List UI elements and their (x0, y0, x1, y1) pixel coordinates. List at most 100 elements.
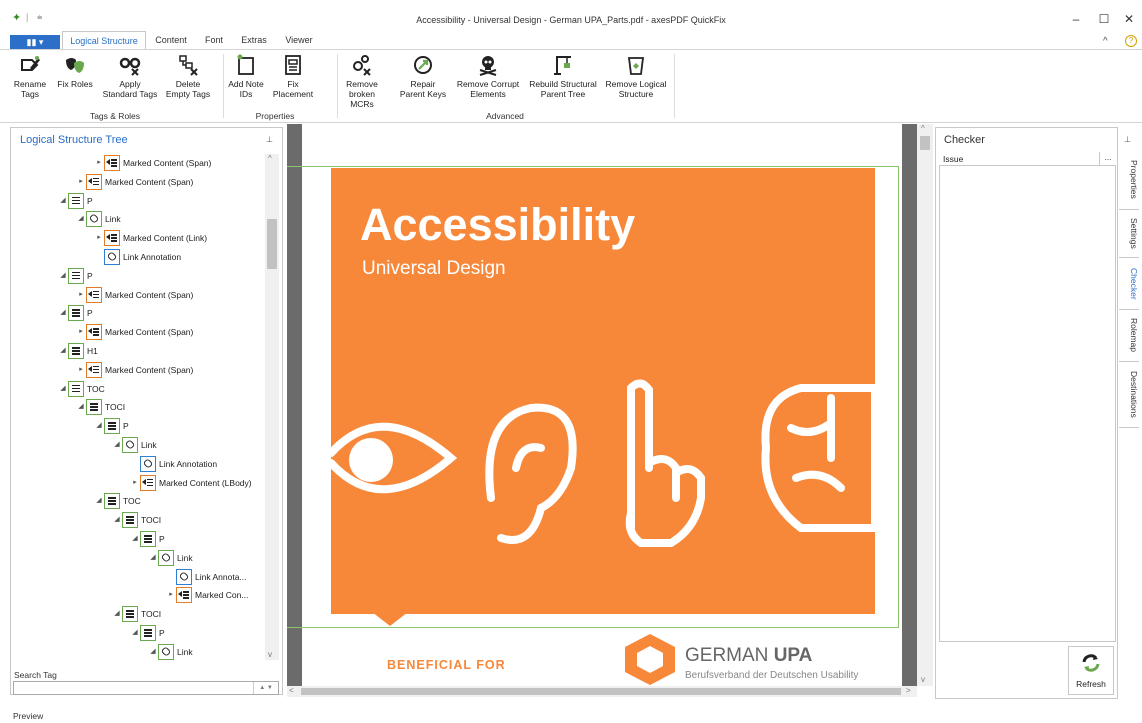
tree-node[interactable]: ◢ P (94, 418, 129, 436)
tree-node[interactable]: ◢ TOCI (112, 606, 161, 624)
column-chooser-button[interactable]: ... (1099, 152, 1116, 166)
maximize-button[interactable]: ☐ (1094, 12, 1114, 26)
collapse-ribbon-icon[interactable]: ^ (1103, 36, 1108, 47)
side-tab-checker[interactable]: Checker (1119, 258, 1139, 310)
tree-node[interactable]: ▸ Marked Con... (166, 587, 248, 605)
apply-standard-tags-button[interactable]: Apply Standard Tags (101, 54, 159, 99)
collapse-icon[interactable]: ◢ (112, 437, 122, 453)
tree-node[interactable]: ◢ H1 (58, 343, 98, 361)
delete-empty-tags-button[interactable]: Delete Empty Tags (163, 54, 213, 99)
scroll-right-icon[interactable]: > (906, 686, 911, 695)
expand-icon[interactable]: ▸ (76, 174, 86, 190)
scroll-down-icon[interactable]: v (268, 650, 272, 659)
tree-node[interactable]: ◢ Link (112, 437, 157, 455)
collapse-icon[interactable]: ◢ (58, 193, 68, 209)
close-button[interactable]: ✕ (1119, 12, 1139, 26)
expand-icon[interactable]: ▸ (76, 362, 86, 378)
expand-icon[interactable]: ▸ (76, 287, 86, 303)
collapse-icon[interactable]: ◢ (58, 268, 68, 284)
side-tab-properties[interactable]: Properties (1119, 150, 1139, 210)
collapse-icon[interactable]: ◢ (58, 381, 68, 397)
tree-node[interactable]: Link Annotation (94, 249, 181, 267)
beneficial-heading: BENEFICIAL FOR EVERYONE (387, 658, 506, 686)
pin-icon[interactable]: ⊥ (1124, 135, 1131, 144)
expand-icon[interactable]: ▸ (166, 587, 176, 603)
scroll-down-icon[interactable]: v (921, 675, 925, 684)
side-tab-settings[interactable]: Settings (1119, 210, 1139, 258)
expand-icon[interactable]: ▸ (76, 324, 86, 340)
collapse-icon[interactable]: ◢ (76, 399, 86, 415)
tree-node[interactable]: ◢ P (58, 267, 93, 286)
expand-icon[interactable]: ▸ (130, 475, 140, 491)
tree-node[interactable]: ▸ Marked Content (Span) (76, 286, 193, 305)
expand-icon[interactable]: ▸ (94, 230, 104, 246)
column-header-issue[interactable]: Issue (943, 154, 963, 164)
remove-corrupt-elements-button[interactable]: Remove Corrupt Elements (455, 54, 521, 99)
side-tab-rolemap[interactable]: Rolemap (1119, 310, 1139, 362)
tab-extras[interactable]: Extras (234, 31, 274, 50)
fix-roles-button[interactable]: Fix Roles (55, 54, 95, 89)
tab-content[interactable]: Content (149, 31, 193, 50)
rebuild-structural-parent-tree-button[interactable]: Rebuild Structural Parent Tree (528, 54, 598, 99)
scroll-up-icon[interactable]: ^ (268, 154, 272, 163)
tree-node[interactable]: ◢ Link (148, 549, 193, 568)
ribbon-separator (337, 54, 338, 118)
rename-tags-button[interactable]: Rename Tags (13, 54, 47, 99)
tree-node[interactable]: ◢ Link (148, 643, 193, 662)
repair-parent-keys-button[interactable]: Repair Parent Keys (398, 54, 448, 99)
collapse-icon[interactable]: ◢ (94, 493, 104, 509)
tab-viewer[interactable]: Viewer (279, 31, 319, 50)
add-note-ids-button[interactable]: Add Note IDs (227, 54, 265, 99)
tree-node[interactable]: ▸ Marked Content (LBody) (130, 474, 252, 493)
side-tab-destinations[interactable]: Destinations (1119, 362, 1139, 428)
tree-node[interactable]: ▸ Marked Content (Span) (76, 173, 193, 192)
collapse-icon[interactable]: ◢ (148, 644, 158, 660)
tree-node[interactable]: ◢ P (130, 531, 165, 549)
expand-icon[interactable]: ▸ (94, 155, 104, 171)
tab-font[interactable]: Font (197, 31, 231, 50)
link-icon (122, 437, 138, 453)
tree-node[interactable]: Link Annota... (166, 568, 247, 587)
tree-node[interactable]: ▸ Marked Content (Span) (76, 324, 193, 342)
collapse-icon[interactable]: ◢ (130, 625, 140, 641)
pin-icon[interactable]: ⊥ (266, 135, 273, 144)
tab-logical-structure[interactable]: Logical Structure (62, 31, 146, 50)
tree-node[interactable]: ◢ TOC (58, 380, 105, 399)
collapse-icon[interactable]: ◢ (112, 512, 122, 528)
viewer-vscroll-thumb[interactable] (920, 136, 930, 150)
minimize-button[interactable]: – (1066, 12, 1086, 26)
tree-node[interactable]: ◢ TOCI (76, 399, 125, 417)
collapse-icon[interactable]: ◢ (148, 550, 158, 566)
remove-broken-mcrs-button[interactable]: Remove broken MCRs (340, 54, 384, 109)
viewer-vertical-scrollbar[interactable] (917, 124, 933, 686)
search-spinner[interactable]: ▲ ▼ (253, 682, 278, 694)
tree-node[interactable]: ◢ P (58, 192, 93, 211)
search-tag-input[interactable] (13, 681, 279, 695)
help-icon[interactable]: ? (1125, 35, 1137, 47)
rename-tags-icon (21, 56, 40, 71)
collapse-icon[interactable]: ◢ (130, 531, 140, 547)
collapse-icon[interactable]: ◢ (58, 305, 68, 321)
scroll-left-icon[interactable]: < (289, 686, 294, 695)
tree-node[interactable]: ◢ TOC (94, 493, 141, 511)
tree-node[interactable]: ▸ Marked Content (Span) (94, 155, 211, 173)
collapse-icon[interactable]: ◢ (94, 418, 104, 434)
tree-node[interactable]: ◢ Link (76, 211, 121, 229)
scroll-up-icon[interactable]: ^ (921, 124, 925, 133)
fix-placement-button[interactable]: Fix Placement (270, 54, 316, 99)
tree-node[interactable]: Link Annotation (130, 455, 217, 474)
refresh-button[interactable]: Refresh (1068, 646, 1114, 695)
tree-scroll-thumb[interactable] (267, 219, 277, 269)
remove-logical-structure-button[interactable]: Remove Logical Structure (603, 54, 669, 99)
file-menu-button[interactable]: ▮▮ ▾ (10, 35, 60, 50)
collapse-icon[interactable]: ◢ (76, 211, 86, 227)
tree-node[interactable]: ◢ TOCI (112, 512, 161, 530)
tree-node[interactable]: ▸ Marked Content (Link) (94, 230, 207, 248)
tree-node[interactable]: ◢ P (130, 625, 165, 643)
tree-node[interactable]: ◢ P (58, 305, 93, 323)
collapse-icon[interactable]: ◢ (58, 343, 68, 359)
issues-grid[interactable] (939, 152, 1116, 642)
viewer-hscroll-thumb[interactable] (301, 688, 901, 695)
tree-node[interactable]: ▸ Marked Content (Span) (76, 361, 193, 380)
collapse-icon[interactable]: ◢ (112, 606, 122, 622)
